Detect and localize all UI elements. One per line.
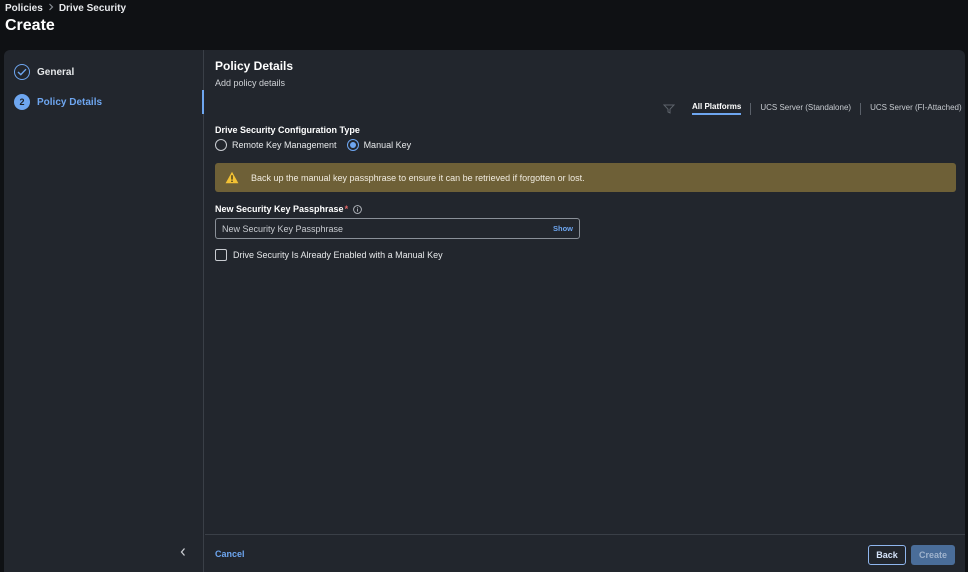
config-type-radio-group: Remote Key Management Manual Key bbox=[215, 139, 421, 151]
breadcrumb-policies-link[interactable]: Policies bbox=[5, 3, 43, 14]
create-button[interactable]: Create bbox=[911, 545, 955, 565]
radio-selected-icon bbox=[346, 139, 359, 151]
tab-ucs-fi-attached[interactable]: UCS Server (FI-Attached) bbox=[870, 103, 962, 114]
tab-divider bbox=[860, 102, 862, 115]
warning-triangle-icon bbox=[225, 171, 239, 184]
radio-remote-key-management-label: Remote Key Management bbox=[232, 140, 337, 150]
radio-manual-key[interactable]: Manual Key bbox=[346, 139, 412, 151]
section-title: Policy Details bbox=[215, 59, 294, 73]
breadcrumb-current: Drive Security bbox=[58, 3, 127, 14]
tab-all-platforms[interactable]: All Platforms bbox=[692, 102, 742, 115]
wizard-footer: Cancel Back Create bbox=[205, 534, 965, 572]
chevron-right-icon bbox=[48, 3, 54, 14]
tab-ucs-standalone[interactable]: UCS Server (Standalone) bbox=[760, 103, 851, 114]
wizard-panel: General 2 Policy Details Policy Details … bbox=[4, 50, 965, 572]
passphrase-input[interactable] bbox=[222, 223, 522, 234]
breadcrumb: Policies Drive Security bbox=[5, 3, 126, 14]
passphrase-label-text: New Security Key Passphrase bbox=[215, 204, 344, 214]
show-passphrase-button[interactable]: Show bbox=[553, 224, 573, 233]
check-icon bbox=[14, 64, 30, 80]
step-policy-details-label: Policy Details bbox=[37, 96, 103, 108]
policy-details-form: Policy Details Add policy details All Pl… bbox=[205, 50, 965, 572]
already-enabled-checkbox-row[interactable]: Drive Security Is Already Enabled with a… bbox=[215, 249, 443, 261]
radio-unselected-icon bbox=[215, 139, 227, 151]
step-general[interactable]: General bbox=[14, 64, 74, 80]
already-enabled-label: Drive Security Is Already Enabled with a… bbox=[233, 250, 443, 260]
collapse-sidebar-button[interactable] bbox=[176, 546, 190, 560]
already-enabled-checkbox[interactable] bbox=[215, 249, 227, 261]
section-subtitle: Add policy details bbox=[215, 78, 286, 88]
config-type-label: Drive Security Configuration Type bbox=[215, 125, 360, 135]
back-button[interactable]: Back bbox=[868, 545, 906, 565]
step-policy-details[interactable]: 2 Policy Details bbox=[14, 94, 102, 110]
warning-text: Back up the manual key passphrase to ens… bbox=[251, 172, 585, 183]
radio-manual-key-label: Manual Key bbox=[363, 140, 412, 150]
platform-tabs: All Platforms UCS Server (Standalone) UC… bbox=[692, 102, 962, 115]
filter-icon[interactable] bbox=[662, 101, 676, 114]
step-number-badge: 2 bbox=[14, 94, 30, 110]
warning-banner: Back up the manual key passphrase to ens… bbox=[215, 163, 956, 192]
radio-remote-key-management[interactable]: Remote Key Management bbox=[215, 139, 337, 151]
top-bar: Policies Drive Security Create bbox=[0, 0, 968, 50]
tab-divider bbox=[750, 102, 752, 115]
cancel-button[interactable]: Cancel bbox=[215, 549, 245, 559]
info-icon[interactable] bbox=[353, 204, 362, 214]
step-general-label: General bbox=[37, 66, 75, 78]
passphrase-field: Show bbox=[215, 218, 580, 239]
required-marker: * bbox=[344, 204, 349, 214]
wizard-sidebar: General 2 Policy Details bbox=[4, 50, 204, 572]
passphrase-label: New Security Key Passphrase * bbox=[215, 204, 362, 214]
chevron-left-icon bbox=[179, 544, 187, 562]
page-title: Create bbox=[5, 17, 55, 34]
active-step-indicator bbox=[202, 90, 204, 114]
